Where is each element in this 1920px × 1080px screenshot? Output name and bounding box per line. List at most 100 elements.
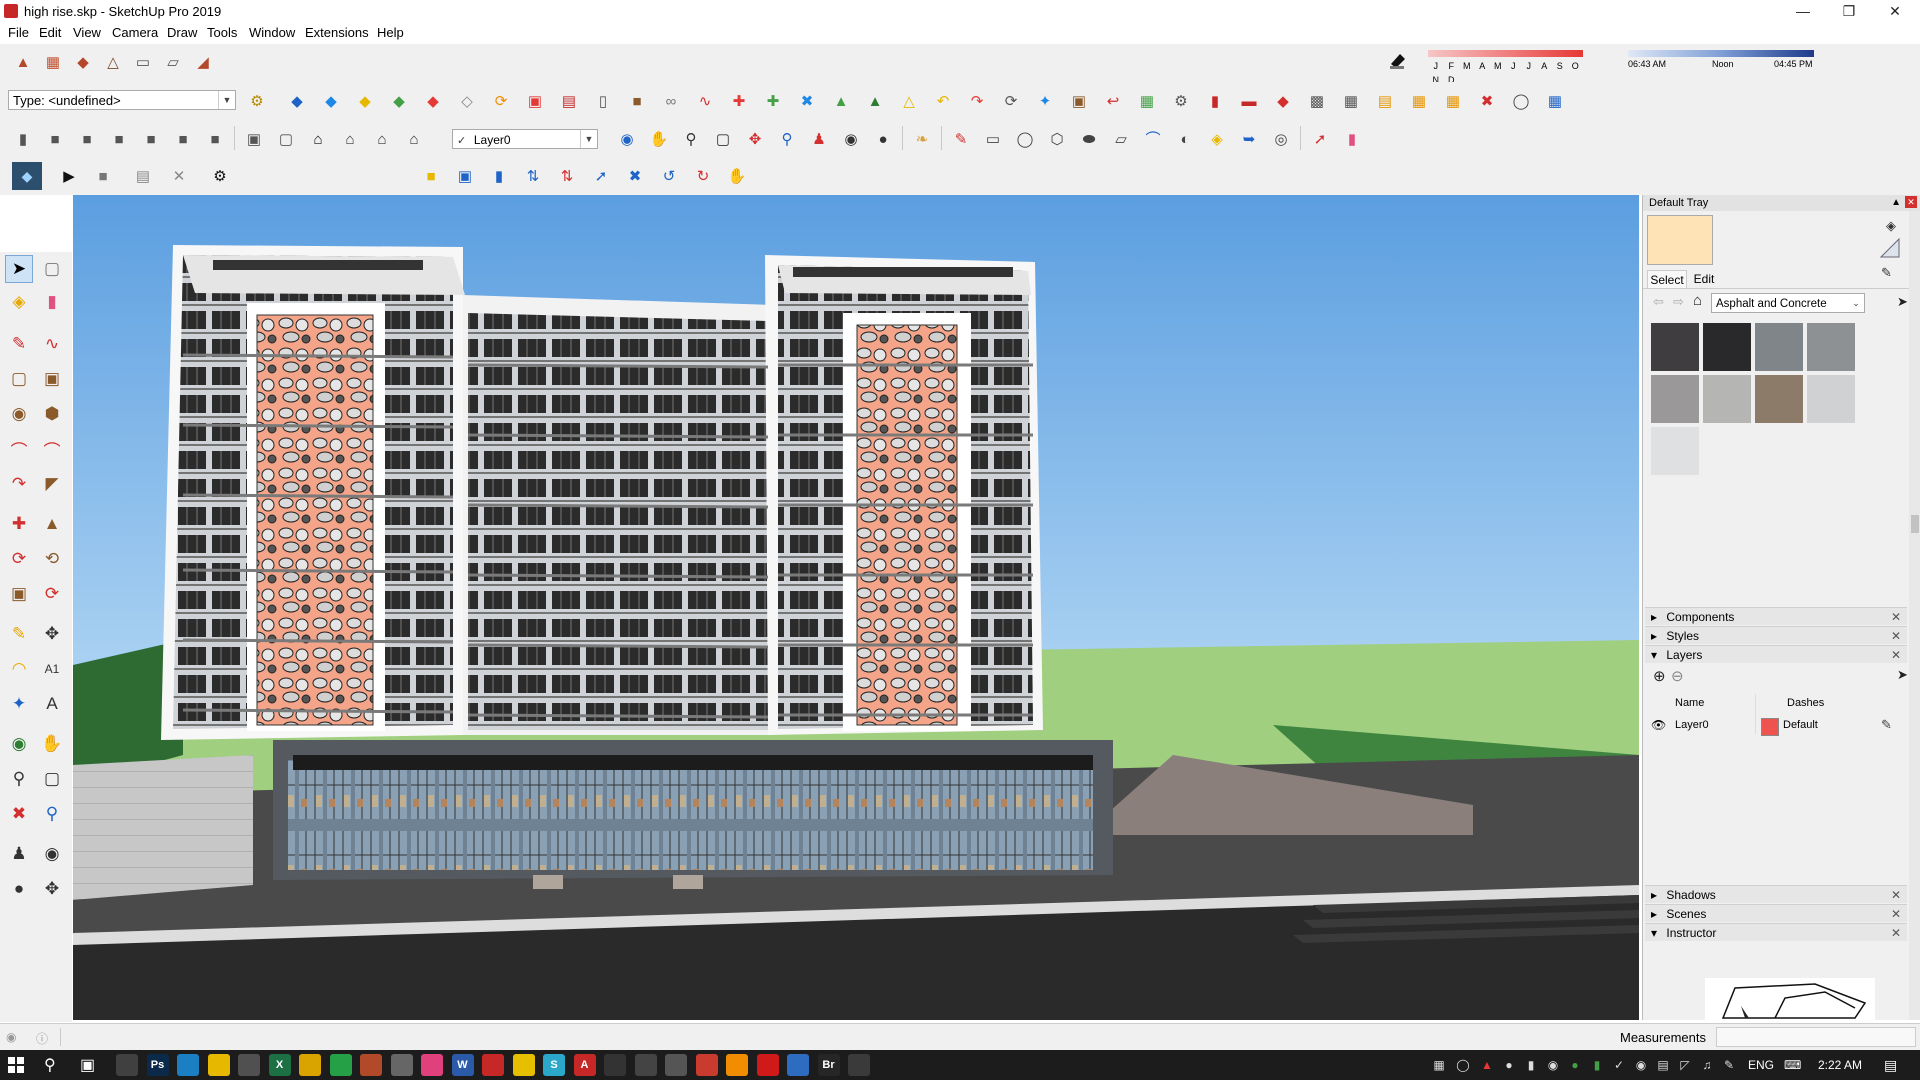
circle-tool-icon[interactable]: ◯ [1012,126,1038,152]
look-around-palette-icon[interactable]: ◉ [38,840,66,868]
move-icon[interactable]: ✚ [726,88,752,114]
material-swatch[interactable] [1807,375,1855,423]
app-icon[interactable] [634,1054,657,1076]
tag-icon[interactable]: ▯ [590,88,616,114]
dynamic-components-icon[interactable]: ⚙ [244,88,270,114]
tray-close-icon[interactable]: ✕ [1905,196,1917,208]
tray-app-icon[interactable]: ◯ [1456,1058,1470,1072]
eraser-palette-icon[interactable]: ▮ [38,288,66,316]
walk-icon[interactable]: ✦ [1032,88,1058,114]
sketchup-icon[interactable] [695,1054,718,1076]
line-tool-icon[interactable]: ✎ [5,330,33,358]
menu-window[interactable]: Window [249,25,295,40]
cut-icon[interactable]: ▬ [1236,88,1262,114]
stamp-icon[interactable]: ◆ [420,88,446,114]
edge-icon[interactable] [177,1054,199,1076]
scrollbar-thumb[interactable] [1911,515,1919,533]
shaded-textures-icon[interactable]: ⌂ [401,126,427,152]
material-swatch[interactable] [1651,323,1699,371]
tray-app-icon[interactable]: ▦ [1432,1058,1446,1072]
layer-dashes[interactable]: Default [1783,719,1818,731]
rotate-palette-icon[interactable]: ⟳ [5,545,33,573]
hatch-icon[interactable]: ▦ [1406,88,1432,114]
push-pull-icon[interactable]: ▲ [828,88,854,114]
smoove-icon[interactable]: ◆ [386,88,412,114]
forward-arrow-icon[interactable]: ⇨ [1673,294,1684,310]
column-icon[interactable]: ▮ [486,163,512,189]
minimize-icon[interactable]: — [1780,0,1826,22]
info-icon[interactable]: ⓘ [36,1030,48,1047]
add-location-icon[interactable]: ◆ [284,88,310,114]
panel-close-icon[interactable]: ✕ [1891,646,1901,664]
panel-close-icon[interactable]: ✕ [1891,905,1901,923]
zoom-extents-icon[interactable]: ✥ [742,126,768,152]
curve-icon[interactable]: ∿ [692,88,718,114]
xray-icon[interactable]: ▣ [241,126,267,152]
whatsapp-icon[interactable] [329,1054,352,1076]
tray-app-icon[interactable]: ● [1568,1058,1582,1072]
security-icon[interactable]: ◉ [1546,1058,1560,1072]
pencil-icon[interactable]: ✎ [1881,717,1892,733]
measurements-input[interactable] [1716,1027,1916,1047]
panel-components[interactable]: ▸ Components ✕ [1645,607,1907,625]
panel-close-icon[interactable]: ✕ [1891,627,1901,645]
axes-palette-icon[interactable]: ✦ [5,690,33,718]
chrome-tray-icon[interactable]: ◉ [1634,1058,1648,1072]
grid-icon[interactable]: ▦ [1338,88,1364,114]
app-icon[interactable]: S [543,1054,565,1076]
3d-warehouse-icon[interactable]: ▲ [10,49,36,75]
rotate-left-icon[interactable]: ↺ [656,163,682,189]
word-icon[interactable]: W [451,1054,474,1076]
zoom-palette-icon[interactable]: ⚲ [5,765,33,793]
menu-help[interactable]: Help [377,25,404,40]
polygon-tool-icon[interactable]: ⬡ [1044,126,1070,152]
file-explorer-icon[interactable] [207,1054,230,1076]
panel-close-icon[interactable]: ✕ [1891,924,1901,942]
microphone-icon[interactable]: ● [1502,1058,1516,1072]
chrome-icon[interactable] [299,1054,321,1076]
delete-layer-icon[interactable]: ⊖ [1671,667,1684,685]
zoom-tool-icon[interactable]: ⚲ [678,126,704,152]
lumion-icon[interactable]: ◆ [12,162,42,190]
material-swatch[interactable] [1651,427,1699,475]
3d-viewport[interactable] [73,195,1639,1020]
pie-tool-icon[interactable]: ◐ [1172,126,1198,152]
app-icon[interactable] [787,1054,809,1076]
network-icon[interactable]: ▤ [1656,1058,1670,1072]
tape-measure-icon[interactable]: ➥ [1236,126,1262,152]
offset-palette-icon[interactable]: ⟳ [38,580,66,608]
flip-icon[interactable]: ◆ [1270,88,1296,114]
panel-layers[interactable]: ▾ Layers ✕ [1645,645,1907,663]
wifi-icon[interactable]: ◸ [1678,1058,1692,1072]
split-icon[interactable]: ▩ [1304,88,1330,114]
excel-icon[interactable]: X [268,1054,291,1076]
panel-shadows[interactable]: ▸ Shadows ✕ [1645,885,1907,903]
material-swatch[interactable] [1703,375,1751,423]
shaded-icon[interactable]: ⌂ [369,126,395,152]
app-icon[interactable] [604,1054,626,1076]
back-view-icon[interactable]: ■ [170,126,196,152]
dimension-palette-icon[interactable]: ✥ [38,620,66,648]
link-icon[interactable]: ∞ [658,88,684,114]
zoom-window-palette-icon[interactable]: ▢ [38,765,66,793]
align-icon[interactable]: ⇅ [520,163,546,189]
scale-icon[interactable]: ✖ [794,88,820,114]
stop-icon[interactable]: ■ [90,163,116,189]
pan-palette-icon[interactable]: ✋ [38,730,66,758]
hand-icon[interactable]: ✋ [724,163,750,189]
follow-me-palette-icon[interactable]: ⟲ [38,545,66,573]
keyboard-icon[interactable]: ⌨ [1784,1058,1801,1072]
orbit-tool-icon[interactable]: ◉ [614,126,640,152]
panel-close-icon[interactable]: ✕ [1891,608,1901,626]
layer-selector[interactable]: ✓ Layer0 ▼ [452,129,598,149]
home-icon[interactable]: ⌂ [1693,292,1702,309]
menu-edit[interactable]: Edit [39,25,61,40]
rotated-rect-icon[interactable]: ▣ [38,365,66,393]
menu-tools[interactable]: Tools [207,25,237,40]
3d-text-icon[interactable]: A [38,690,66,718]
right-view-icon[interactable]: ■ [138,126,164,152]
previous-palette-icon[interactable]: ⚲ [38,800,66,828]
move-palette-icon[interactable]: ✚ [5,510,33,538]
zoom-extents-palette-icon[interactable]: ✖ [5,800,33,828]
tray-app-icon[interactable]: ✓ [1612,1058,1626,1072]
